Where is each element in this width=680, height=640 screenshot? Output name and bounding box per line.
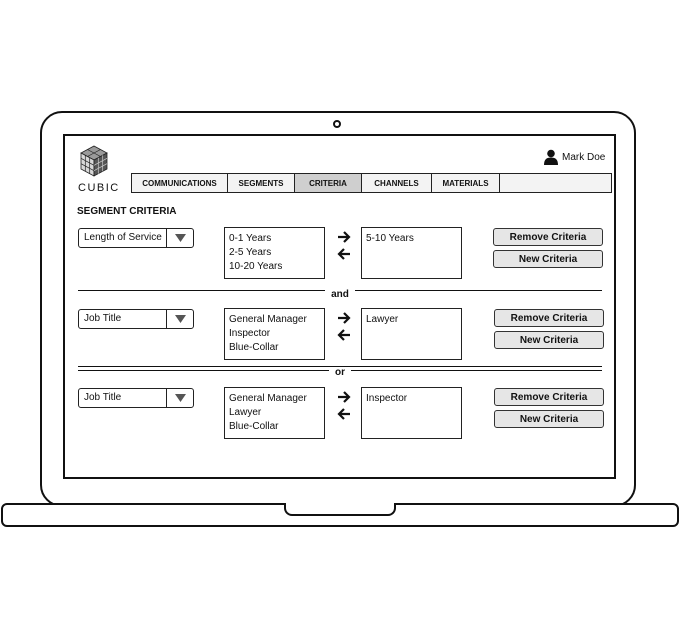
- remove-criteria-button[interactable]: Remove Criteria: [494, 388, 604, 406]
- list-item[interactable]: 0-1 Years: [229, 232, 324, 246]
- triangle-down-icon[interactable]: [166, 310, 193, 328]
- separator-label: and: [325, 289, 355, 300]
- move-buttons: [337, 391, 351, 420]
- arrow-right-icon[interactable]: [338, 231, 351, 243]
- selected-values-list[interactable]: Lawyer: [361, 308, 462, 360]
- list-item[interactable]: Blue-Collar: [229, 341, 324, 355]
- new-criteria-button[interactable]: New Criteria: [494, 410, 604, 428]
- logo-text: CUBIC: [78, 182, 120, 194]
- list-item[interactable]: Inspector: [366, 392, 461, 406]
- list-item[interactable]: 5-10 Years: [366, 232, 461, 246]
- list-item[interactable]: Lawyer: [229, 406, 324, 420]
- arrow-right-icon[interactable]: [338, 391, 351, 403]
- move-buttons: [337, 231, 351, 260]
- list-item[interactable]: 10-20 Years: [229, 260, 324, 274]
- separator-and: and: [78, 284, 602, 302]
- list-item[interactable]: General Manager: [229, 392, 324, 406]
- criteria-field-dropdown[interactable]: Job Title: [78, 309, 194, 329]
- tab-bar: COMMUNICATIONS SEGMENTS CRITERIA CHANNEL…: [131, 173, 612, 193]
- user-name: Mark Doe: [562, 151, 606, 163]
- user-menu[interactable]: Mark Doe: [544, 148, 605, 166]
- triangle-down-icon[interactable]: [166, 229, 193, 247]
- tab-channels[interactable]: CHANNELS: [362, 174, 432, 192]
- list-item[interactable]: General Manager: [229, 313, 324, 327]
- tab-materials[interactable]: MATERIALS: [432, 174, 500, 192]
- camera-icon: [333, 120, 341, 128]
- tab-criteria[interactable]: CRITERIA: [295, 174, 362, 192]
- criteria-field-dropdown[interactable]: Job Title: [78, 388, 194, 408]
- list-item[interactable]: 2-5 Years: [229, 246, 324, 260]
- list-item[interactable]: Inspector: [229, 327, 324, 341]
- triangle-down-icon[interactable]: [166, 389, 193, 407]
- separator-or: or: [78, 362, 602, 380]
- list-item[interactable]: Lawyer: [366, 313, 461, 327]
- cube-logo-icon: [80, 145, 108, 177]
- available-values-list[interactable]: General Manager Lawyer Blue-Collar: [224, 387, 325, 439]
- arrow-left-icon[interactable]: [337, 329, 350, 341]
- move-buttons: [337, 312, 351, 341]
- selected-values-list[interactable]: Inspector: [361, 387, 462, 439]
- tab-segments[interactable]: SEGMENTS: [228, 174, 295, 192]
- remove-criteria-button[interactable]: Remove Criteria: [493, 228, 603, 246]
- separator-label: or: [329, 367, 351, 378]
- user-icon: [544, 149, 558, 165]
- list-item[interactable]: Blue-Collar: [229, 420, 324, 434]
- dropdown-value: Length of Service: [84, 232, 162, 243]
- tab-communications[interactable]: COMMUNICATIONS: [132, 174, 228, 192]
- arrow-left-icon[interactable]: [337, 408, 350, 420]
- available-values-list[interactable]: General Manager Inspector Blue-Collar: [224, 308, 325, 360]
- new-criteria-button[interactable]: New Criteria: [494, 331, 604, 349]
- section-title: SEGMENT CRITERIA: [77, 206, 177, 217]
- selected-values-list[interactable]: 5-10 Years: [361, 227, 462, 279]
- dropdown-value: Job Title: [84, 313, 122, 324]
- laptop-notch: [284, 503, 396, 516]
- arrow-left-icon[interactable]: [337, 248, 350, 260]
- criteria-field-dropdown[interactable]: Length of Service: [78, 228, 194, 248]
- remove-criteria-button[interactable]: Remove Criteria: [494, 309, 604, 327]
- available-values-list[interactable]: 0-1 Years 2-5 Years 10-20 Years: [224, 227, 325, 279]
- new-criteria-button[interactable]: New Criteria: [493, 250, 603, 268]
- dropdown-value: Job Title: [84, 392, 122, 403]
- arrow-right-icon[interactable]: [338, 312, 351, 324]
